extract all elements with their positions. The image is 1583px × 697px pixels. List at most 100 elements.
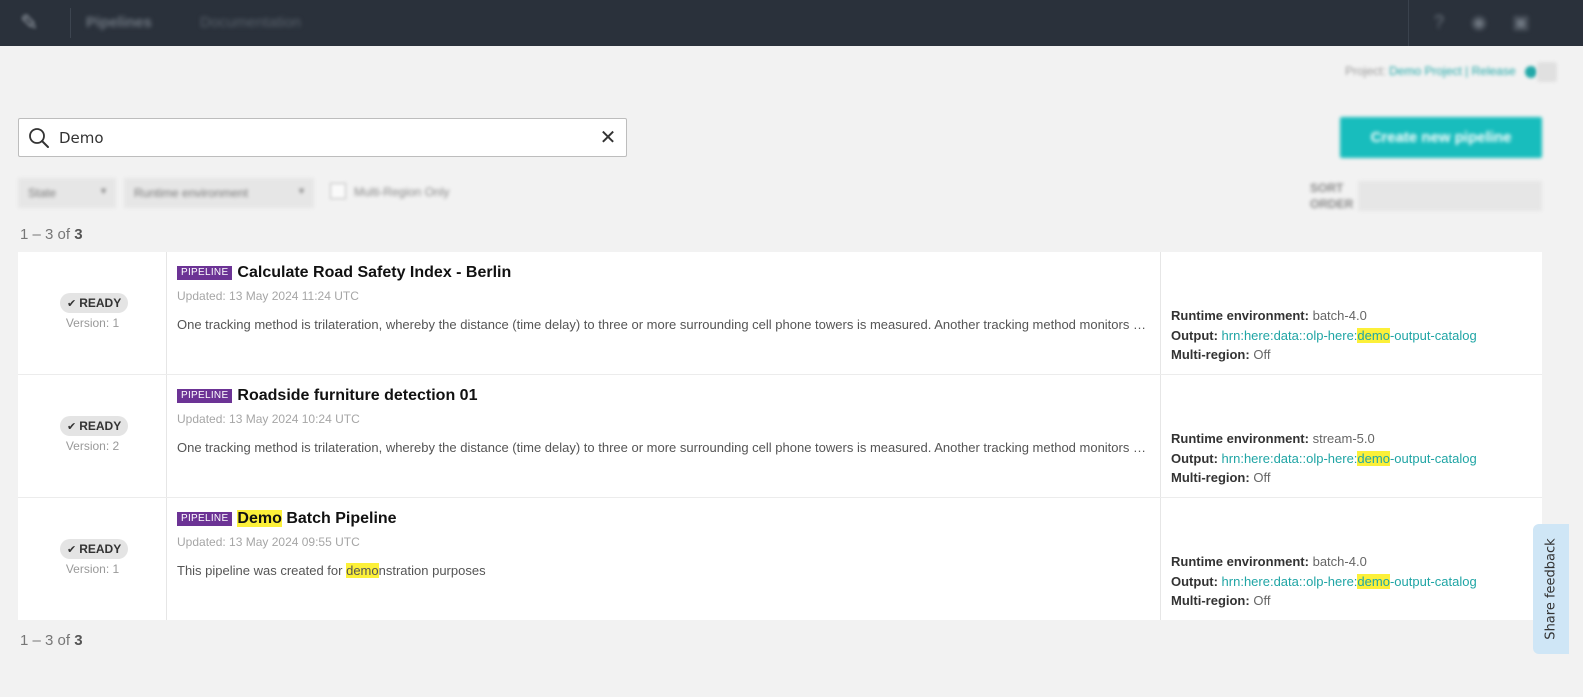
updated-timestamp: Updated: 13 May 2024 10:24 UTC: [177, 412, 360, 427]
pipeline-row[interactable]: ✔ READY Version: 1 PIPELINE Demo Batch Pip…: [18, 498, 1542, 620]
desc-post: nstration purposes: [378, 563, 486, 579]
output-pre: hrn:here:data::olp-here:: [1221, 450, 1358, 466]
pipeline-meta: Runtime environment: batch-4.0 Output: h…: [1160, 252, 1542, 374]
pipeline-tag: PIPELINE: [177, 512, 233, 526]
globe-icon[interactable]: ◉: [1468, 12, 1490, 34]
output-post: -output-catalog: [1389, 327, 1477, 343]
output-label: Output:: [1171, 327, 1218, 343]
clear-search-icon[interactable]: ✕: [598, 127, 618, 149]
search-box: ✕: [18, 118, 627, 157]
status-text: READY: [79, 419, 122, 433]
output-highlight: demo: [1357, 573, 1390, 589]
pipeline-row[interactable]: ✔ READY Version: 1 PIPELINE Calculate Road…: [18, 252, 1542, 375]
desc-highlight: demo: [346, 563, 379, 579]
sort-label-line1: SORT: [1310, 181, 1344, 195]
result-count-bottom: 1 – 3 of 3: [20, 632, 83, 649]
pipeline-title-text: Roadside furniture detection 01: [237, 387, 478, 404]
runtime-value: batch-4.0: [1312, 308, 1367, 323]
result-count: 1 – 3 of 3: [20, 226, 83, 243]
project-indicator[interactable]: Project: Demo Project | Release: [1345, 64, 1537, 78]
pipeline-description: This pipeline was created for demonstrat…: [177, 563, 1149, 579]
chevron-down-icon: ▾: [100, 186, 106, 197]
runtime-label: Runtime environment:: [1171, 431, 1309, 446]
result-range: 1 – 3 of: [20, 632, 75, 649]
status-cell: ✔ READY Version: 1: [18, 498, 167, 620]
create-pipeline-button[interactable]: Create new pipeline: [1340, 117, 1542, 158]
status-badge: ✔ READY: [60, 539, 129, 559]
pipeline-meta: Runtime environment: batch-4.0 Output: h…: [1160, 498, 1542, 620]
project-close-icon[interactable]: [1537, 62, 1557, 82]
output-pre: hrn:here:data::olp-here:: [1221, 327, 1358, 343]
nav-divider-right: [1408, 0, 1409, 46]
chevron-down-icon: ▾: [298, 186, 304, 197]
output-link[interactable]: hrn:here:data::olp-here:demo-output-cata…: [1221, 573, 1477, 589]
result-range: 1 – 3 of: [20, 226, 75, 243]
version-label: Version: 2: [65, 439, 120, 453]
multi-region-label: Multi-Region Only: [354, 185, 450, 199]
runtime-label: Runtime environment:: [1171, 308, 1309, 323]
status-cell: ✔ READY Version: 1: [18, 252, 167, 374]
project-status-icon: [1525, 65, 1537, 78]
output-post: -output-catalog: [1389, 450, 1477, 466]
status-badge: ✔ READY: [60, 293, 129, 313]
status-text: READY: [79, 542, 122, 556]
pipeline-list: ✔ READY Version: 1 PIPELINE Calculate Road…: [18, 252, 1542, 620]
runtime-filter[interactable]: Runtime environment ▾: [124, 178, 314, 208]
pipeline-title[interactable]: Demo Batch Pipeline: [237, 510, 397, 528]
updated-timestamp: Updated: 13 May 2024 09:55 UTC: [177, 535, 360, 550]
project-name[interactable]: Demo Project | Release: [1389, 64, 1516, 78]
desc-pre: This pipeline was created for: [177, 563, 347, 579]
updated-timestamp: Updated: 13 May 2024 11:24 UTC: [177, 289, 359, 304]
title-highlight: Demo: [237, 510, 282, 527]
multi-region-value: Off: [1253, 347, 1271, 362]
pipeline-details: PIPELINE Calculate Road Safety Index - Be…: [177, 264, 1162, 332]
result-total: 3: [74, 226, 83, 243]
search-input[interactable]: [59, 126, 579, 150]
output-post: -output-catalog: [1389, 573, 1477, 589]
share-feedback-tab[interactable]: Share feedback: [1533, 524, 1569, 654]
runtime-value: batch-4.0: [1312, 554, 1367, 569]
multi-region-meta-label: Multi-region:: [1171, 470, 1250, 485]
pipeline-meta: Runtime environment: stream-5.0 Output: …: [1160, 375, 1542, 497]
status-text: READY: [79, 296, 122, 310]
output-label: Output:: [1171, 573, 1218, 589]
user-icon[interactable]: ▣: [1510, 12, 1532, 34]
sort-select[interactable]: [1358, 181, 1542, 211]
sort-label: SORT ORDER: [1310, 180, 1353, 212]
pen-icon[interactable]: ✎: [20, 10, 50, 36]
nav-pipelines[interactable]: Pipelines: [86, 14, 152, 31]
sort-label-line2: ORDER: [1310, 197, 1354, 211]
output-label: Output:: [1171, 450, 1218, 466]
state-filter[interactable]: State ▾: [18, 178, 116, 208]
output-highlight: demo: [1357, 450, 1390, 466]
multi-region-value: Off: [1253, 593, 1271, 608]
output-link[interactable]: hrn:here:data::olp-here:demo-output-cata…: [1221, 327, 1477, 343]
check-icon: ✔: [67, 544, 77, 556]
top-nav-bar: ✎ Pipelines Documentation ? ◉ ▣: [0, 0, 1583, 46]
pipeline-title[interactable]: Calculate Road Safety Index - Berlin: [237, 264, 511, 282]
result-total: 3: [74, 632, 83, 649]
status-badge: ✔ READY: [60, 416, 129, 436]
multi-region-meta-label: Multi-region:: [1171, 347, 1250, 362]
pipeline-title-text: Batch Pipeline: [281, 510, 397, 527]
check-icon: ✔: [67, 421, 77, 433]
output-pre: hrn:here:data::olp-here:: [1221, 573, 1358, 589]
pipeline-description: One tracking method is trilateration, wh…: [177, 317, 1149, 333]
project-label: Project:: [1345, 64, 1386, 78]
version-label: Version: 1: [65, 562, 120, 576]
help-icon[interactable]: ?: [1428, 12, 1450, 34]
pipeline-details: PIPELINE Demo Batch Pipeline Updated: 13 …: [177, 510, 1162, 579]
state-filter-label: State: [28, 186, 57, 200]
multi-region-meta-label: Multi-region:: [1171, 593, 1250, 608]
nav-documentation[interactable]: Documentation: [200, 14, 301, 31]
multi-region-value: Off: [1253, 470, 1271, 485]
output-link[interactable]: hrn:here:data::olp-here:demo-output-cata…: [1221, 450, 1477, 466]
share-feedback-label: Share feedback: [1543, 538, 1559, 640]
version-label: Version: 1: [65, 316, 120, 330]
multi-region-checkbox[interactable]: [330, 183, 346, 199]
pipeline-tag: PIPELINE: [177, 266, 233, 280]
pipeline-title[interactable]: Roadside furniture detection 01: [237, 387, 477, 405]
pipeline-row[interactable]: ✔ READY Version: 2 PIPELINE Roadside furni…: [18, 375, 1542, 498]
runtime-value: stream-5.0: [1312, 431, 1375, 446]
pipeline-title-text: Calculate Road Safety Index - Berlin: [237, 264, 512, 281]
